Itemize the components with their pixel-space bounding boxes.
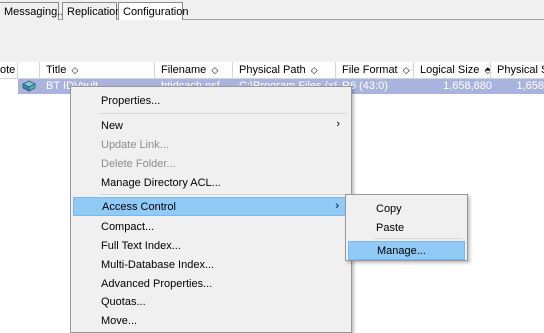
column-header-title[interactable]: Title ◇ <box>40 62 155 79</box>
submenu-item-manage[interactable]: Manage... <box>348 241 465 260</box>
column-header-physical-path[interactable]: Physical Path ◇ <box>233 62 336 79</box>
column-header-physical-size[interactable]: Physical Siz <box>491 62 544 79</box>
menu-item-full-text-index[interactable]: Full Text Index... <box>73 236 349 255</box>
submenu-item-paste[interactable]: Paste <box>348 218 465 237</box>
column-header: ote Title ◇ Filename ◇ Physical Path ◇ F… <box>0 62 544 79</box>
cell-physical-size: 1,658 <box>516 80 544 92</box>
sort-descending-icon: ⬘ <box>484 65 491 75</box>
tab-messaging[interactable]: Messaging... <box>0 2 66 20</box>
chevron-right-icon: › <box>336 118 340 130</box>
cell-logical-size: 1,658,880 <box>443 80 492 92</box>
menu-item-advanced-properties[interactable]: Advanced Properties... <box>73 274 349 293</box>
menu-item-move[interactable]: Move... <box>73 311 349 330</box>
menu-item-access-control[interactable]: Access Control › <box>73 197 349 216</box>
column-header-icon[interactable] <box>18 62 40 79</box>
sort-icon: ◇ <box>71 65 79 75</box>
submenu-item-copy[interactable]: Copy <box>348 199 465 218</box>
menu-item-multi-database-index[interactable]: Multi-Database Index... <box>73 255 349 274</box>
menu-item-update-link: Update Link... <box>101 139 169 151</box>
column-header-filename[interactable]: Filename ◇ <box>155 62 233 79</box>
chevron-right-icon: › <box>335 200 339 212</box>
cell-file-format: R6 (43:0) <box>342 80 388 92</box>
column-header-file-format[interactable]: File Format ◇ <box>336 62 414 79</box>
access-control-submenu: Copy Paste Manage... <box>345 194 468 261</box>
menu-item-properties[interactable]: Properties... <box>73 91 349 110</box>
menu-item-compact[interactable]: Compact... <box>73 217 349 236</box>
context-menu: Properties... New › Update Link... Delete… <box>70 86 352 333</box>
database-icon <box>22 80 36 92</box>
column-header-note[interactable]: ote <box>0 62 18 79</box>
tab-replication[interactable]: Replication <box>62 2 121 20</box>
menu-separator <box>99 113 347 114</box>
tab-strip: Messaging... Replication Configuration <box>0 0 544 20</box>
menu-item-delete-folder: Delete Folder... <box>101 158 176 170</box>
tab-configuration[interactable]: Configuration <box>118 2 188 20</box>
column-header-logical-size[interactable]: Logical Size ⬘ <box>414 62 491 79</box>
menu-item-quotas[interactable]: Quotas... <box>73 292 349 311</box>
menu-separator <box>374 238 463 239</box>
menu-item-new[interactable]: New › <box>73 116 349 135</box>
menu-separator <box>99 194 347 195</box>
sort-icon: ◇ <box>402 65 410 75</box>
menu-item-manage-directory-acl[interactable]: Manage Directory ACL... <box>73 173 349 192</box>
toolbar-area <box>0 20 544 62</box>
sort-icon: ◇ <box>211 65 219 75</box>
sort-icon: ◇ <box>310 65 318 75</box>
